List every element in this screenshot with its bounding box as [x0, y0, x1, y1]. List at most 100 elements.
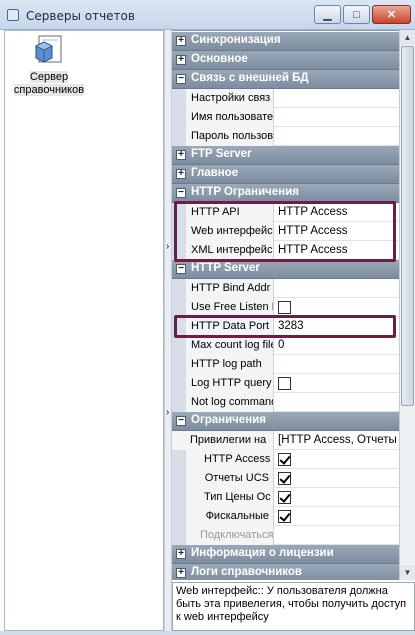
splitter-arrow-icon[interactable]: › — [166, 408, 169, 418]
row-gutter — [172, 108, 186, 127]
collapse-icon[interactable]: − — [176, 188, 186, 198]
property-name: HTTP Bind Addr — [186, 279, 274, 298]
category-label: Информация о лицензии — [191, 547, 334, 559]
property-value[interactable] — [275, 298, 399, 317]
property-value[interactable] — [275, 127, 399, 146]
property-row[interactable]: Фискальные — [172, 507, 399, 526]
app-icon — [7, 9, 19, 21]
category-row[interactable]: − HTTP Ограничения — [172, 184, 399, 203]
property-value[interactable] — [275, 374, 399, 393]
scroll-up-icon[interactable]: ▲ — [400, 30, 415, 45]
property-row[interactable]: −Привилегии на[HTTP Access, Отчеты UCS — [172, 431, 399, 450]
row-gutter — [172, 355, 186, 374]
property-row[interactable]: Use Free Listen P — [172, 298, 399, 317]
property-value[interactable] — [275, 355, 399, 374]
property-description: Web интерфейс:: У пользователя должна бы… — [172, 582, 415, 631]
property-row[interactable]: HTTP Access — [172, 450, 399, 469]
scroll-down-icon[interactable]: ▼ — [400, 565, 415, 580]
collapse-icon[interactable]: − — [176, 74, 186, 84]
server-tile[interactable]: Сервер справочников — [9, 33, 85, 101]
window-title: Серверы отчетов — [26, 9, 135, 23]
property-name: Настройки связ — [186, 89, 274, 108]
property-value[interactable]: [HTTP Access, Отчеты UCS — [275, 431, 399, 450]
property-value[interactable] — [275, 526, 399, 545]
category-row[interactable]: + Информация о лицензии — [172, 545, 399, 564]
property-row[interactable]: Настройки связ — [172, 89, 399, 108]
category-label: Логи справочников — [191, 566, 302, 578]
row-gutter — [172, 374, 186, 393]
category-row[interactable]: + Логи справочников — [172, 564, 399, 580]
property-row[interactable]: HTTP Bind Addr — [172, 279, 399, 298]
property-row[interactable]: Max count log file 0 — [172, 336, 399, 355]
property-checkbox[interactable] — [278, 453, 291, 466]
property-row[interactable]: HTTP log path — [172, 355, 399, 374]
expand-icon[interactable]: + — [176, 169, 186, 179]
category-row[interactable]: + FTP Server — [172, 146, 399, 165]
close-button[interactable]: ✕ — [372, 5, 411, 24]
property-row[interactable]: Web интерфейс HTTP Access — [172, 222, 399, 241]
property-value[interactable] — [275, 89, 399, 108]
property-name: HTTP Access — [186, 450, 274, 469]
scroll-thumb[interactable] — [401, 46, 414, 406]
collapse-icon[interactable]: − — [176, 416, 186, 426]
property-checkbox[interactable] — [278, 377, 291, 390]
property-name: Подключаться к — [186, 526, 274, 545]
pane-splitter[interactable]: › › — [164, 30, 172, 631]
category-row[interactable]: + Синхронизация — [172, 32, 399, 51]
property-name: HTTP API — [186, 203, 274, 222]
property-value[interactable] — [275, 469, 399, 488]
category-row[interactable]: − HTTP Server — [172, 260, 399, 279]
row-gutter — [172, 317, 186, 336]
property-value[interactable] — [275, 488, 399, 507]
property-name: Тип Цены Ос — [186, 488, 274, 507]
window-bottom-border — [0, 631, 415, 635]
property-row[interactable]: HTTP API HTTP Access — [172, 203, 399, 222]
property-value[interactable]: HTTP Access — [275, 203, 399, 222]
category-row[interactable]: − Связь с внешней БД — [172, 70, 399, 89]
row-gutter — [172, 279, 186, 298]
property-value[interactable] — [275, 108, 399, 127]
property-row[interactable]: HTTP Data Port 3283 — [172, 317, 399, 336]
property-value[interactable] — [275, 393, 399, 412]
row-gutter — [172, 469, 186, 488]
collapse-icon[interactable]: − — [176, 264, 186, 274]
property-value[interactable] — [275, 450, 399, 469]
expand-icon[interactable]: + — [176, 549, 186, 559]
property-name: HTTP Data Port — [186, 317, 274, 336]
property-row[interactable]: Log HTTP query — [172, 374, 399, 393]
category-row[interactable]: − Ограничения — [172, 412, 399, 431]
property-row[interactable]: Отчеты UCS — [172, 469, 399, 488]
property-checkbox[interactable] — [278, 510, 291, 523]
property-checkbox[interactable] — [278, 472, 291, 485]
property-row[interactable]: XML интерфейс HTTP Access — [172, 241, 399, 260]
property-value[interactable]: 0 — [275, 336, 399, 355]
category-label: Связь с внешней БД — [191, 72, 309, 84]
splitter-arrow-icon[interactable]: › — [166, 242, 169, 252]
server-tile-label: Сервер справочников — [13, 71, 85, 96]
property-value[interactable]: HTTP Access — [275, 241, 399, 260]
expand-icon[interactable]: + — [176, 150, 186, 160]
category-label: Синхронизация — [191, 34, 281, 46]
row-gutter — [172, 89, 186, 108]
minimize-button[interactable]: ▁ — [314, 5, 341, 24]
property-row[interactable]: Подключаться к — [172, 526, 399, 545]
property-value[interactable] — [275, 507, 399, 526]
property-checkbox[interactable] — [278, 491, 291, 504]
expand-icon[interactable]: + — [176, 36, 186, 46]
property-checkbox[interactable] — [278, 301, 291, 314]
property-row[interactable]: Тип Цены Ос — [172, 488, 399, 507]
property-name: Log HTTP query — [186, 374, 274, 393]
category-row[interactable]: + Основное — [172, 51, 399, 70]
category-label: FTP Server — [191, 148, 252, 160]
property-row[interactable]: Пароль пользов — [172, 127, 399, 146]
category-row[interactable]: + Главное — [172, 165, 399, 184]
property-row[interactable]: Not log command — [172, 393, 399, 412]
maximize-button[interactable]: □ — [343, 5, 370, 24]
property-grid-scrollbar[interactable]: ▲ ▼ — [399, 30, 415, 580]
property-value[interactable]: 3283 — [275, 317, 399, 336]
property-value[interactable] — [275, 279, 399, 298]
property-value[interactable]: HTTP Access — [275, 222, 399, 241]
expand-icon[interactable]: + — [176, 55, 186, 65]
expand-icon[interactable]: + — [176, 568, 186, 578]
property-row[interactable]: Имя пользовате — [172, 108, 399, 127]
